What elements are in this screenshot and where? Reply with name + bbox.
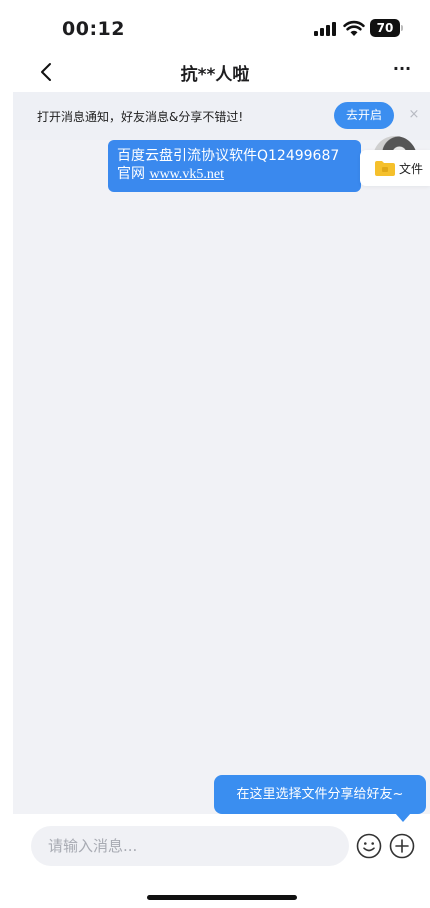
- file-button[interactable]: 文件: [360, 150, 430, 186]
- chat-screen: 00:12 70 抗**人啦 ··· 打开消息通知，好友消息&分享不错过! 去开…: [0, 0, 430, 908]
- home-indicator: [147, 895, 297, 900]
- status-bar: 00:12 70: [0, 0, 430, 56]
- add-plus-icon[interactable]: [389, 833, 415, 859]
- chat-area: [13, 92, 430, 814]
- message-text: 百度云盘引流协议软件Q12499687: [117, 148, 340, 164]
- wifi-icon: [343, 20, 365, 36]
- message-bubble[interactable]: 百度云盘引流协议软件Q12499687 官网 www.vk5.net: [108, 140, 361, 192]
- message-prefix: 官网: [117, 166, 150, 182]
- folder-icon: [375, 161, 395, 176]
- message-link[interactable]: www.vk5.net: [149, 167, 224, 182]
- file-label: 文件: [399, 162, 424, 176]
- message-input[interactable]: [31, 826, 349, 866]
- battery-cap: [401, 25, 403, 31]
- page-title: 抗**人啦: [180, 65, 250, 85]
- battery-icon: 70: [370, 19, 400, 37]
- tooltip-arrow: [395, 813, 411, 822]
- battery-level: 70: [376, 21, 394, 35]
- notice-text: 打开消息通知，好友消息&分享不错过!: [37, 110, 244, 124]
- enable-notifications-button[interactable]: 去开启: [334, 102, 394, 129]
- message-text-line2: 官网 www.vk5.net: [117, 165, 352, 184]
- share-tooltip: 在这里选择文件分享给好友~: [214, 775, 426, 814]
- close-icon[interactable]: ×: [404, 105, 424, 125]
- nav-bar: 抗**人啦 ···: [0, 56, 430, 92]
- emoji-icon[interactable]: [356, 833, 382, 859]
- cellular-signal-icon: [314, 22, 336, 36]
- status-time: 00:12: [62, 18, 125, 40]
- more-menu-icon[interactable]: ···: [390, 60, 414, 82]
